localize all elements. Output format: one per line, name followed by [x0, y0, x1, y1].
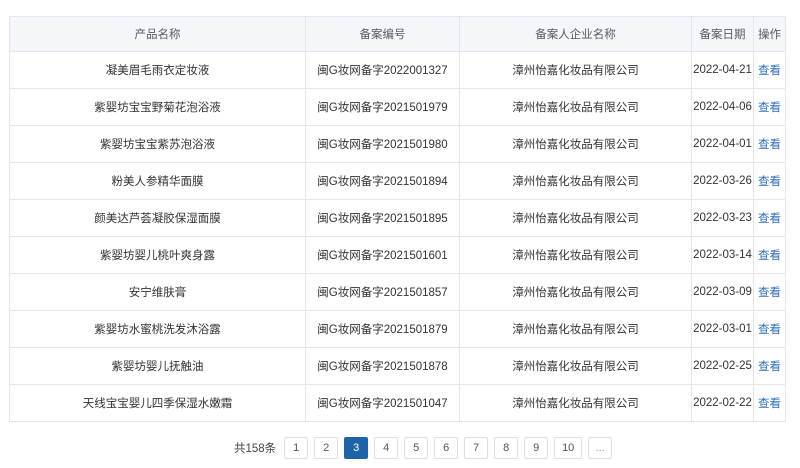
total-count-label: 共158条 — [234, 443, 277, 455]
table-row: 天线宝宝婴儿四季保湿水嫩霜 闽G妆网备字2021501047 漳州怡嘉化妆品有限… — [9, 384, 786, 422]
page-button-2[interactable]: 2 — [314, 437, 339, 459]
record-date-cell: 2022-04-06 — [691, 88, 754, 126]
product-name-cell: 紫婴坊宝宝紫苏泡浴液 — [9, 125, 306, 163]
table-row: 凝美眉毛雨衣定妆液 闽G妆网备字2022001327 漳州怡嘉化妆品有限公司 2… — [9, 51, 786, 89]
record-date-cell: 2022-02-25 — [691, 347, 754, 385]
product-name-cell: 颜美达芦荟凝胶保湿面膜 — [9, 199, 306, 237]
table-row: 紫婴坊宝宝野菊花泡浴液 闽G妆网备字2021501979 漳州怡嘉化妆品有限公司… — [9, 88, 786, 126]
action-cell: 查看 — [753, 162, 786, 200]
view-link[interactable]: 查看 — [758, 398, 781, 410]
product-name-cell: 天线宝宝婴儿四季保湿水嫩霜 — [9, 384, 306, 422]
table-row: 紫婴坊水蜜桃洗发沐浴露 闽G妆网备字2021501879 漳州怡嘉化妆品有限公司… — [9, 310, 786, 348]
view-link[interactable]: 查看 — [758, 213, 781, 225]
page-button-1[interactable]: 1 — [284, 437, 309, 459]
pagination: 共158条 1 2 3 4 5 6 7 8 9 10 ... — [234, 437, 613, 459]
action-cell: 查看 — [753, 384, 786, 422]
view-link[interactable]: 查看 — [758, 176, 781, 188]
product-name-cell: 凝美眉毛雨衣定妆液 — [9, 51, 306, 89]
company-name-cell: 漳州怡嘉化妆品有限公司 — [459, 162, 692, 200]
view-link[interactable]: 查看 — [758, 287, 781, 299]
page-button-10[interactable]: 10 — [554, 437, 583, 459]
column-header-record-date: 备案日期 — [691, 16, 754, 52]
page-button-9[interactable]: 9 — [524, 437, 549, 459]
action-cell: 查看 — [753, 51, 786, 89]
company-name-cell: 漳州怡嘉化妆品有限公司 — [459, 125, 692, 163]
action-cell: 查看 — [753, 125, 786, 163]
action-cell: 查看 — [753, 236, 786, 274]
record-number-cell: 闽G妆网备字2021501601 — [305, 236, 460, 274]
company-name-cell: 漳州怡嘉化妆品有限公司 — [459, 347, 692, 385]
record-number-cell: 闽G妆网备字2021501894 — [305, 162, 460, 200]
action-cell: 查看 — [753, 273, 786, 311]
page-button-7[interactable]: 7 — [464, 437, 489, 459]
records-table-container: 产品名称 备案编号 备案人企业名称 备案日期 操作 凝美眉毛雨衣定妆液 闽G妆网… — [9, 16, 786, 422]
record-date-cell: 2022-03-09 — [691, 273, 754, 311]
company-name-cell: 漳州怡嘉化妆品有限公司 — [459, 384, 692, 422]
company-name-cell: 漳州怡嘉化妆品有限公司 — [459, 88, 692, 126]
record-number-cell: 闽G妆网备字2022001327 — [305, 51, 460, 89]
table-header-row: 产品名称 备案编号 备案人企业名称 备案日期 操作 — [9, 16, 786, 52]
page-button-5[interactable]: 5 — [404, 437, 429, 459]
view-link[interactable]: 查看 — [758, 250, 781, 262]
record-date-cell: 2022-03-26 — [691, 162, 754, 200]
product-name-cell: 紫婴坊宝宝野菊花泡浴液 — [9, 88, 306, 126]
company-name-cell: 漳州怡嘉化妆品有限公司 — [459, 51, 692, 89]
company-name-cell: 漳州怡嘉化妆品有限公司 — [459, 236, 692, 274]
table-row: 颜美达芦荟凝胶保湿面膜 闽G妆网备字2021501895 漳州怡嘉化妆品有限公司… — [9, 199, 786, 237]
table-body: 凝美眉毛雨衣定妆液 闽G妆网备字2022001327 漳州怡嘉化妆品有限公司 2… — [9, 51, 786, 422]
record-number-cell: 闽G妆网备字2021501895 — [305, 199, 460, 237]
record-date-cell: 2022-03-23 — [691, 199, 754, 237]
page-ellipsis-button[interactable]: ... — [588, 437, 613, 459]
page-button-3-current[interactable]: 3 — [344, 437, 369, 459]
company-name-cell: 漳州怡嘉化妆品有限公司 — [459, 310, 692, 348]
action-cell: 查看 — [753, 347, 786, 385]
table-row: 安宁维肤膏 闽G妆网备字2021501857 漳州怡嘉化妆品有限公司 2022-… — [9, 273, 786, 311]
record-date-cell: 2022-04-01 — [691, 125, 754, 163]
table-row: 紫婴坊婴儿桃叶爽身露 闽G妆网备字2021501601 漳州怡嘉化妆品有限公司 … — [9, 236, 786, 274]
page-button-4[interactable]: 4 — [374, 437, 399, 459]
action-cell: 查看 — [753, 310, 786, 348]
company-name-cell: 漳州怡嘉化妆品有限公司 — [459, 273, 692, 311]
record-number-cell: 闽G妆网备字2021501980 — [305, 125, 460, 163]
record-number-cell: 闽G妆网备字2021501857 — [305, 273, 460, 311]
page-button-6[interactable]: 6 — [434, 437, 459, 459]
action-cell: 查看 — [753, 199, 786, 237]
table-row: 粉美人参精华面膜 闽G妆网备字2021501894 漳州怡嘉化妆品有限公司 20… — [9, 162, 786, 200]
action-cell: 查看 — [753, 88, 786, 126]
view-link[interactable]: 查看 — [758, 361, 781, 373]
view-link[interactable]: 查看 — [758, 324, 781, 336]
record-number-cell: 闽G妆网备字2021501878 — [305, 347, 460, 385]
record-date-cell: 2022-03-01 — [691, 310, 754, 348]
page-button-8[interactable]: 8 — [494, 437, 519, 459]
record-date-cell: 2022-02-22 — [691, 384, 754, 422]
column-header-record-number: 备案编号 — [305, 16, 460, 52]
column-header-product-name: 产品名称 — [9, 16, 306, 52]
view-link[interactable]: 查看 — [758, 65, 781, 77]
record-date-cell: 2022-04-21 — [691, 51, 754, 89]
product-name-cell: 紫婴坊婴儿桃叶爽身露 — [9, 236, 306, 274]
table-row: 紫婴坊婴儿抚触油 闽G妆网备字2021501878 漳州怡嘉化妆品有限公司 20… — [9, 347, 786, 385]
record-number-cell: 闽G妆网备字2021501979 — [305, 88, 460, 126]
record-number-cell: 闽G妆网备字2021501879 — [305, 310, 460, 348]
product-name-cell: 安宁维肤膏 — [9, 273, 306, 311]
column-header-action: 操作 — [753, 16, 786, 52]
column-header-company-name: 备案人企业名称 — [459, 16, 692, 52]
record-date-cell: 2022-03-14 — [691, 236, 754, 274]
table-row: 紫婴坊宝宝紫苏泡浴液 闽G妆网备字2021501980 漳州怡嘉化妆品有限公司 … — [9, 125, 786, 163]
view-link[interactable]: 查看 — [758, 139, 781, 151]
record-number-cell: 闽G妆网备字2021501047 — [305, 384, 460, 422]
product-name-cell: 紫婴坊水蜜桃洗发沐浴露 — [9, 310, 306, 348]
records-table: 产品名称 备案编号 备案人企业名称 备案日期 操作 凝美眉毛雨衣定妆液 闽G妆网… — [9, 16, 786, 422]
company-name-cell: 漳州怡嘉化妆品有限公司 — [459, 199, 692, 237]
product-name-cell: 紫婴坊婴儿抚触油 — [9, 347, 306, 385]
view-link[interactable]: 查看 — [758, 102, 781, 114]
product-name-cell: 粉美人参精华面膜 — [9, 162, 306, 200]
